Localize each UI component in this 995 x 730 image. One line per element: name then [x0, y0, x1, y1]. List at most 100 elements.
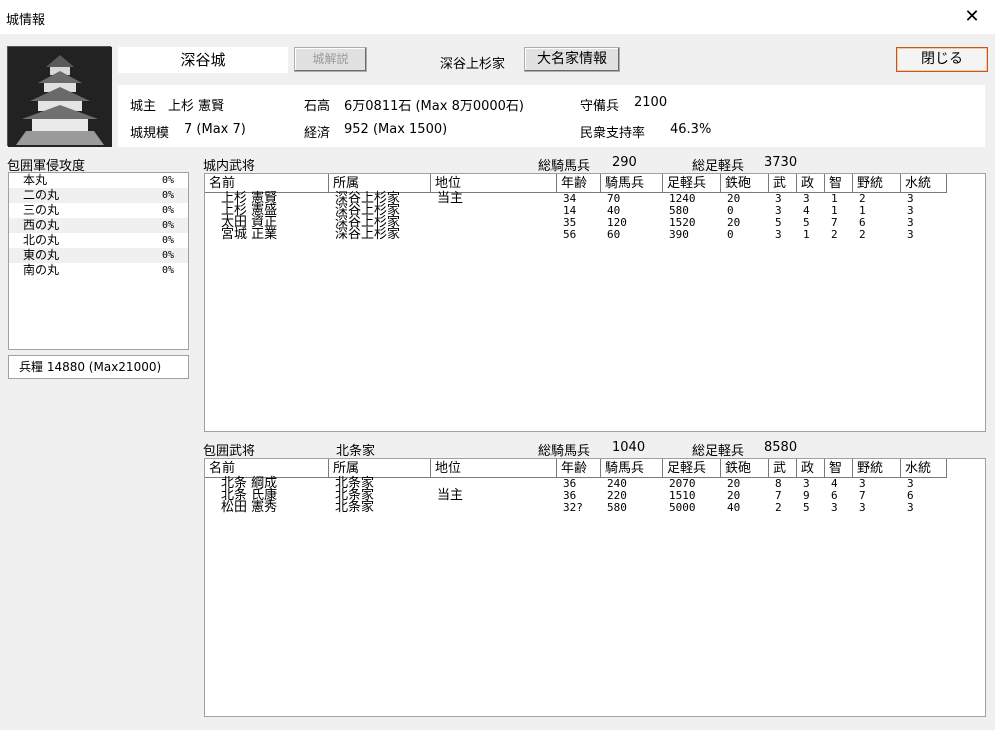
- table-cell: 390: [669, 228, 689, 241]
- siege-progress-list[interactable]: 本丸 0% 二の丸 0% 三の丸 0% 西の丸 0% 北の丸 0% 東の丸 0% 南の丸 0%: [8, 172, 189, 350]
- table-row[interactable]: 松田 憲秀 北条家 32? 580 5000 40 2 5 3 3 3: [205, 500, 985, 515]
- support-label: 民衆支持率: [580, 126, 646, 141]
- window-title: 城情報: [6, 13, 46, 28]
- siege-area-name: 二の丸: [23, 188, 60, 202]
- siege-area-name: 東の丸: [23, 248, 60, 262]
- garrison-value: 2100: [634, 95, 668, 110]
- table-cell: 3: [775, 228, 782, 241]
- table-cell: 580: [607, 501, 627, 514]
- table-cell: 松田 憲秀: [221, 500, 278, 515]
- column-header[interactable]: 騎馬兵: [601, 459, 663, 478]
- table-cell: 3: [907, 501, 914, 514]
- siege-area-name: 北の丸: [23, 233, 60, 247]
- column-header[interactable]: 野統: [853, 174, 901, 193]
- siege-row[interactable]: 本丸 0%: [9, 173, 188, 188]
- column-header[interactable]: 智: [825, 459, 853, 478]
- column-header[interactable]: 武: [769, 174, 797, 193]
- column-header[interactable]: 鉄砲: [721, 174, 769, 193]
- table-row[interactable]: 上杉 憲賢 深谷上杉家 当主 34 70 1240 20 3 3 1 2 3: [205, 191, 985, 206]
- kokudaka-value: 6万0811石 (Max 8万0000石): [344, 99, 524, 114]
- table-cell: 40: [727, 501, 741, 514]
- column-header[interactable]: 水統: [901, 174, 947, 193]
- table-row[interactable]: 宮城 正業 深谷上杉家 56 60 390 0 3 1 2 2 3: [205, 227, 985, 242]
- table-cell: 3: [859, 501, 866, 514]
- besiege-generals-table[interactable]: 名前 所属 地位 年齢 騎馬兵 足軽兵 鉄砲武政智野統 水統 北条 綱成 北条家 36 240 207…: [204, 458, 986, 717]
- siege-row[interactable]: 二の丸 0%: [9, 188, 188, 203]
- close-button[interactable]: 閉じる: [896, 47, 988, 72]
- table-cell: 60: [607, 228, 621, 241]
- inner-foot-label: 総足軽兵: [692, 159, 745, 174]
- lord-value: 上杉 憲賢: [168, 99, 225, 114]
- table-cell: 1: [803, 228, 810, 241]
- table-row[interactable]: 太田 資正 深谷上杉家 35 120 1520 20 5 5 7 6 3: [205, 216, 985, 229]
- column-header[interactable]: 年齢: [557, 174, 601, 193]
- siege-area-pct: 0%: [161, 265, 174, 276]
- inner-cavalry-value: 290: [612, 155, 637, 170]
- inner-foot-value: 3730: [764, 155, 798, 170]
- title-bar: 城情報 ✕: [0, 0, 995, 34]
- column-header[interactable]: 水統: [901, 459, 947, 478]
- siege-row[interactable]: 三の丸 0%: [9, 203, 188, 218]
- siege-row[interactable]: 東の丸 0%: [9, 248, 188, 263]
- siege-row[interactable]: 南の丸 0%: [9, 263, 188, 278]
- besiege-table-header: 名前 所属 地位 年齢 騎馬兵 足軽兵 鉄砲武政智野統 水統: [205, 459, 985, 478]
- inner-generals-title: 城内武将: [203, 159, 256, 174]
- castle-info-panel: 城主 上杉 憲賢 石高 6万0811石 (Max 8万0000石) 守備兵 21…: [118, 85, 985, 147]
- castle-clan: 深谷上杉家: [440, 57, 506, 72]
- kokudaka-label: 石高: [304, 99, 331, 114]
- column-header[interactable]: 武: [769, 459, 797, 478]
- siege-area-pct: 0%: [161, 220, 174, 231]
- siege-area-pct: 0%: [161, 205, 174, 216]
- table-row[interactable]: 北条 氏康 北条家 当主 36 220 1510 20 7 9 6 7 6: [205, 488, 985, 503]
- column-header[interactable]: 野統: [853, 459, 901, 478]
- table-row[interactable]: 上杉 憲盛 深谷上杉家 14 40 580 0 3 4 1 1 3: [205, 204, 985, 217]
- siege-area-pct: 0%: [161, 175, 174, 186]
- table-cell: 2: [831, 228, 838, 241]
- besiege-generals-title: 包囲武将: [203, 444, 256, 459]
- siege-row[interactable]: 北の丸 0%: [9, 233, 188, 248]
- siege-area-name: 本丸: [23, 173, 48, 187]
- table-cell: 当主: [437, 191, 464, 206]
- column-header[interactable]: 政: [797, 459, 825, 478]
- table-cell: 北条家: [335, 500, 375, 515]
- besiege-cavalry-value: 1040: [612, 440, 646, 455]
- castle-name: 深谷城: [118, 47, 288, 73]
- besiege-foot-label: 総足軽兵: [692, 444, 745, 459]
- economy-label: 経済: [304, 126, 331, 141]
- table-cell: 宮城 正業: [221, 227, 278, 242]
- table-cell: 0: [727, 228, 734, 241]
- inner-table-header: 名前 所属 地位 年齢 騎馬兵 足軽兵 鉄砲武政智野統 水統: [205, 174, 985, 193]
- table-cell: 当主: [437, 488, 464, 503]
- table-cell: 3: [907, 228, 914, 241]
- castle-explain-button[interactable]: 城解説: [294, 47, 367, 72]
- besiege-foot-value: 8580: [764, 440, 798, 455]
- window-close-icon[interactable]: ✕: [949, 0, 995, 34]
- table-cell: 2: [775, 501, 782, 514]
- table-cell: 5: [803, 501, 810, 514]
- siege-area-pct: 0%: [161, 190, 174, 201]
- column-header[interactable]: 年齢: [557, 459, 601, 478]
- column-header[interactable]: 足軽兵: [663, 459, 721, 478]
- table-cell: 32?: [563, 501, 583, 514]
- garrison-label: 守備兵: [580, 99, 620, 114]
- table-row[interactable]: 北条 綱成 北条家 36 240 2070 20 8 3 4 3 3: [205, 477, 985, 490]
- economy-value: 952 (Max 1500): [344, 122, 448, 137]
- column-header[interactable]: 騎馬兵: [601, 174, 663, 193]
- inner-cavalry-label: 総騎馬兵: [538, 159, 591, 174]
- column-header[interactable]: 足軽兵: [663, 174, 721, 193]
- besiege-clan: 北条家: [336, 444, 376, 459]
- daimyo-info-button[interactable]: 大名家情報: [524, 47, 620, 72]
- column-header[interactable]: 地位: [431, 459, 557, 478]
- table-cell: 5000: [669, 501, 696, 514]
- inner-generals-table[interactable]: 名前 所属 地位 年齢 騎馬兵 足軽兵 鉄砲武政智野統 水統 上杉 憲賢 深谷上杉家 当主 34 70…: [204, 173, 986, 432]
- siege-area-name: 三の丸: [23, 203, 60, 217]
- table-cell: 深谷上杉家: [335, 227, 401, 242]
- siege-area-name: 南の丸: [23, 263, 60, 277]
- column-header[interactable]: 政: [797, 174, 825, 193]
- siege-area-pct: 0%: [161, 250, 174, 261]
- scale-value: 7 (Max 7): [184, 122, 246, 137]
- column-header[interactable]: 鉄砲: [721, 459, 769, 478]
- column-header[interactable]: 智: [825, 174, 853, 193]
- siege-row[interactable]: 西の丸 0%: [9, 218, 188, 233]
- siege-area-pct: 0%: [161, 235, 174, 246]
